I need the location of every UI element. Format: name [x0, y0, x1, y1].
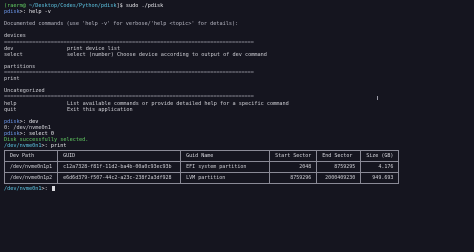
shell-command: sudo ./pdisk	[125, 3, 164, 9]
help-command-desc: select (number) Choose device according …	[67, 51, 267, 58]
prompt-path: ~/Desktop/Codes/Python/pdisk	[25, 3, 117, 9]
device-prompt-line[interactable]: /dev/nvme0n1>:	[4, 186, 470, 192]
help-command-desc: Exit this application	[67, 106, 133, 113]
pdisk-prompt-sep: >:	[19, 9, 29, 16]
table-row: /dev/nvme0n1p2 e6d6d379-f507-44c2-a23c-2…	[3, 172, 400, 185]
device-prompt-line: /dev/nvme0n1>: print	[4, 143, 470, 149]
help-command-name: print	[4, 76, 20, 83]
terminal-window[interactable]: (raerm@ ~/Desktop/Codes/Python/pdisk]$ s…	[0, 0, 474, 252]
pdisk-prompt-label: pdisk	[4, 118, 20, 125]
column-header: End Sector	[316, 150, 362, 163]
table-cell: 8759295	[316, 161, 362, 174]
table-cell: LVM partition	[180, 172, 271, 185]
scroll-marker	[377, 96, 378, 100]
pdisk-prompt-label: pdisk	[4, 130, 20, 137]
help-command-name: select	[4, 51, 23, 58]
pdisk-prompt-label: pdisk	[4, 9, 20, 16]
column-header: Size (GB)	[360, 150, 400, 163]
pdisk-command: dev	[29, 118, 39, 125]
table-row: /dev/nvme0n1p1 c12a7328-f81f-11d2-ba4b-0…	[3, 161, 400, 174]
prompt-user: (raerm@	[4, 3, 26, 9]
pdisk-prompt-sep: >:	[19, 118, 29, 125]
column-header: GUID	[57, 150, 182, 163]
device-prompt-sep: >:	[41, 143, 51, 150]
help-command-name: quit	[4, 106, 17, 113]
table-cell: /dev/nvme0n1p1	[3, 161, 59, 174]
table-cell: EFI system partition	[180, 161, 271, 174]
column-header: Start Sector	[269, 150, 318, 163]
table-cell: 2000409230	[316, 172, 362, 185]
column-header: Guid Name	[180, 150, 271, 163]
prompt-symbol: ]$	[116, 3, 126, 9]
device-command: print	[50, 143, 67, 150]
pdisk-command: select 0	[29, 130, 54, 137]
pdisk-prompt-sep: >:	[19, 130, 29, 137]
partition-table: Dev Path GUID Guid Name Start Sector End…	[3, 150, 400, 185]
device-prompt-label: /dev/nvme0n1	[4, 143, 42, 150]
table-cell: 4.176	[360, 161, 400, 174]
table-cell: 8759296	[269, 172, 318, 185]
device-prompt-label: /dev/nvme0n1	[4, 186, 42, 193]
device-prompt-sep: >:	[41, 186, 51, 193]
table-cell: c12a7328-f81f-11d2-ba4b-00a0c93ec93b	[57, 161, 182, 174]
table-cell: 2048	[269, 161, 318, 174]
column-header: Dev Path	[3, 150, 59, 163]
table-cell: e6d6d379-f507-44c2-a23c-238f2a3df928	[57, 172, 182, 185]
table-cell: /dev/nvme0n1p2	[3, 172, 59, 185]
table-header-row: Dev Path GUID Guid Name Start Sector End…	[3, 150, 400, 163]
table-cell: 949.693	[360, 172, 400, 185]
pdisk-command: help -v	[29, 9, 51, 16]
text-cursor	[51, 186, 55, 192]
